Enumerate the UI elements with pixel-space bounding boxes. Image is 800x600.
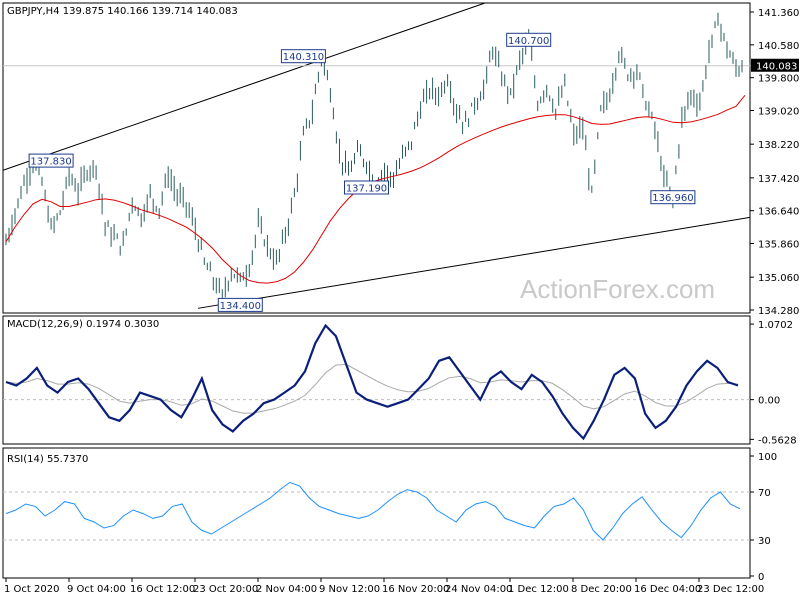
price-label: 140.700	[508, 36, 549, 47]
x-axis-tick-label: 9 Nov 12:00	[319, 584, 380, 595]
price-label: 140.310	[283, 52, 324, 63]
rsi-y-tick-label: 100	[758, 452, 777, 463]
price-y-tick-label: 135.060	[758, 273, 799, 284]
price-y-tick-label: 141.360	[758, 8, 799, 19]
price-label: 137.190	[346, 184, 387, 195]
x-axis-tick-label: 24 Nov 04:00	[445, 584, 512, 595]
rsi-y-tick-label: 0	[758, 572, 764, 583]
macd-y-tick-label: 1.0702	[758, 320, 793, 331]
price-pane-title: GBPJPY,H4 139.875 140.166 139.714 140.08…	[7, 6, 238, 17]
macd-y-tick-label: -0.5628	[758, 435, 797, 446]
rsi-y-tick-label: 70	[758, 488, 771, 499]
rsi-y-tick-label: 30	[758, 536, 771, 547]
price-label: 137.830	[30, 157, 71, 168]
price-y-tick-label: 140.580	[758, 41, 799, 52]
price-label: 134.400	[220, 301, 261, 312]
price-y-tick-label: 138.220	[758, 140, 799, 151]
price-y-tick-label: 139.800	[758, 74, 799, 85]
macd-pane-title: MACD(12,26,9) 0.1974 0.3030	[7, 319, 159, 330]
price-y-tick-label: 136.640	[758, 207, 799, 218]
x-axis-tick-label: 23 Oct 20:00	[193, 584, 258, 595]
rsi-pane-title: RSI(14) 55.7370	[7, 454, 88, 465]
x-axis-tick-label: 2 Nov 04:00	[256, 584, 317, 595]
price-pane-frame	[2, 2, 751, 314]
macd-pane-frame	[2, 315, 751, 445]
last-price-marker-label: 140.083	[756, 62, 797, 73]
macd-y-tick-label: 0.00	[758, 396, 780, 407]
x-axis-tick-label: 8 Dec 20:00	[571, 584, 632, 595]
x-axis-tick-label: 23 Dec 12:00	[697, 584, 764, 595]
x-axis-tick-label: 1 Oct 2020	[4, 584, 59, 595]
rsi-pane-frame	[2, 447, 751, 579]
price-y-tick-label: 134.280	[758, 306, 799, 317]
x-axis-tick-label: 1 Dec 12:00	[508, 584, 569, 595]
watermark: ActionForex.com	[520, 274, 715, 304]
price-y-tick-label: 139.020	[758, 106, 799, 117]
price-y-tick-label: 135.860	[758, 239, 799, 250]
price-label: 136.960	[652, 193, 693, 204]
x-axis-tick-label: 9 Oct 04:00	[67, 584, 126, 595]
x-axis-tick-label: 16 Oct 12:00	[130, 584, 195, 595]
x-axis-tick-label: 16 Dec 04:00	[634, 584, 701, 595]
x-axis-tick-label: 16 Nov 20:00	[382, 584, 449, 595]
chart-canvas: ActionForex.com 137.830 140.310 140.700 137…	[2, 2, 799, 595]
price-y-tick-label: 137.420	[758, 174, 799, 185]
